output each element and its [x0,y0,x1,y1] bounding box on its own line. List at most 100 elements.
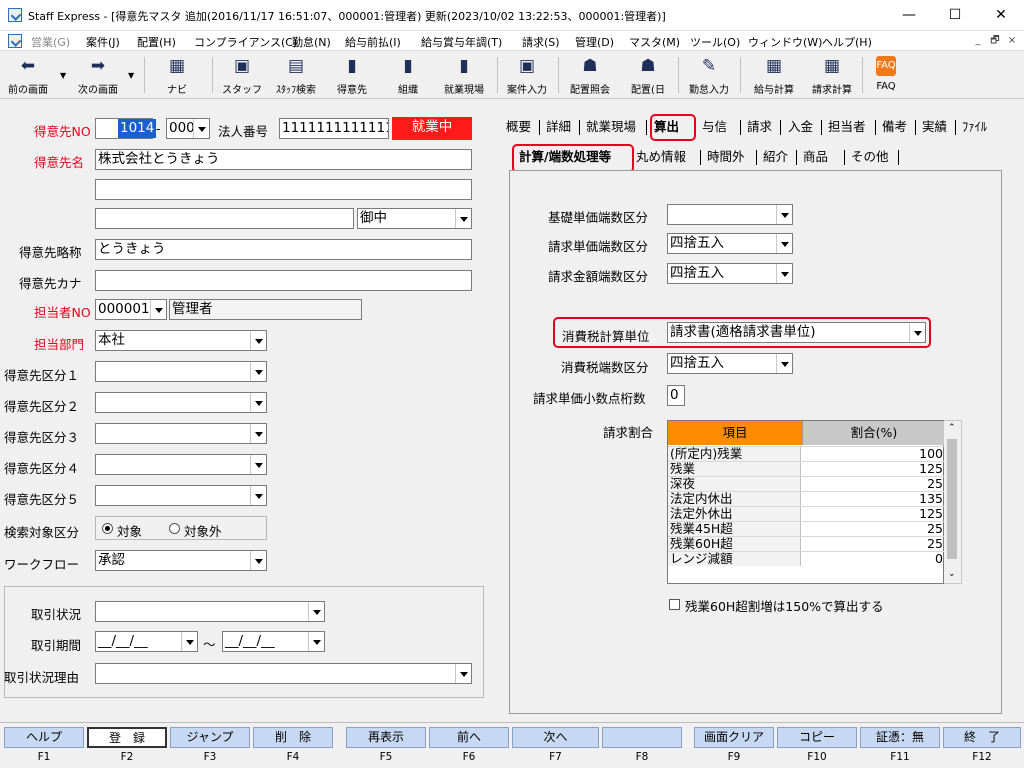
mdi-doc-icon[interactable] [8,34,22,48]
table-row[interactable]: 残業 125 [668,461,945,476]
mdi-close-button[interactable]: × [1005,34,1019,48]
workflow-select[interactable]: 承認 [95,550,267,571]
exit-fkey-button[interactable]: 終 了 [943,727,1021,748]
tab-files[interactable]: ﾌｧｲﾙ [962,116,987,138]
menu-tools[interactable]: ツール(O) [690,34,740,50]
refresh-fkey-button[interactable]: 再表示 [346,727,426,748]
trade-status-select[interactable] [95,601,325,622]
class1-select[interactable] [95,361,267,382]
bill-unit-rounding-select[interactable]: 四捨五入 [667,233,793,254]
assignment-daily-button[interactable]: ☗ 配置(日 [622,51,674,99]
table-row[interactable]: 残業45H超 25 [668,521,945,536]
table-row[interactable]: (所定内)残業 100 [668,446,945,461]
bill-amount-rounding-select[interactable]: 四捨五入 [667,263,793,284]
subtab-others[interactable]: その他 [851,146,889,168]
base-rounding-select[interactable] [667,204,793,225]
tab-person-in-charge[interactable]: 担当者 [828,116,866,138]
class3-select[interactable] [95,423,267,444]
trade-period-end[interactable]: __/__/__ [222,631,325,652]
menu-payroll[interactable]: 給与賞与年調(T) [421,34,502,50]
dept-select[interactable]: 本社 [95,330,267,351]
search-target-off-radio[interactable] [169,523,180,534]
grid-header-ratio[interactable]: 割合(%) [802,421,945,445]
trade-reason-select[interactable] [95,663,472,684]
clear-screen-fkey-button[interactable]: 画面クリア [694,727,774,748]
tab-billing[interactable]: 請求 [747,116,772,138]
overtime-60h-checkbox[interactable] [669,599,680,610]
client-no-input[interactable]: 1014 [95,118,157,139]
menu-billing[interactable]: 請求(S) [522,34,560,50]
help-fkey-button[interactable]: ヘルプ [4,727,84,748]
client-name3-input[interactable] [95,208,354,229]
staff-search-button[interactable]: ▤ ｽﾀｯﾌ検索 [268,51,324,99]
kana-input[interactable] [95,270,472,291]
tax-unit-select[interactable]: 請求書(適格請求書単位) [667,322,926,343]
menu-help[interactable]: ヘルプ(H) [822,34,872,50]
table-row[interactable]: 法定外休出 125 [668,506,945,521]
f8-fkey-button[interactable] [602,727,682,748]
class4-select[interactable] [95,454,267,475]
tab-workplace[interactable]: 就業現場 [586,116,636,138]
client-button[interactable]: ▮ 得意先 [328,51,376,99]
short-name-input[interactable]: とうきょう [95,239,472,260]
attendance-entry-button[interactable]: ✎ 勤怠入力 [682,51,736,99]
scroll-thumb[interactable] [947,439,957,559]
project-entry-button[interactable]: ▣ 案件入力 [500,51,554,99]
mdi-minimize-button[interactable]: _ [971,34,985,48]
table-row[interactable]: 深夜 25 [668,476,945,491]
register-fkey-button[interactable]: 登 録 [87,727,167,748]
menu-master[interactable]: マスタ(M) [629,34,680,50]
payroll-calc-button[interactable]: ▦ 給与計算 [746,51,802,99]
staff-button[interactable]: ▣ スタッフ [220,51,264,99]
billing-calc-button[interactable]: ▦ 請求計算 [804,51,860,99]
corp-no-input[interactable]: 1111111111111 [279,118,389,139]
mdi-restore-button[interactable]: 🗗 [988,34,1002,48]
menu-advance-pay[interactable]: 給与前払(I) [345,34,401,50]
branch-no-select[interactable]: 000 [166,118,210,139]
tab-payment[interactable]: 入金 [788,116,813,138]
menu-compliance[interactable]: コンプライアンス(C) [194,34,297,50]
menu-sales[interactable]: 営業(G) [31,34,70,50]
evidence-fkey-button[interactable]: 証憑：無 [860,727,940,748]
faq-button[interactable]: FAQ FAQ [866,51,906,99]
assignment-inquiry-button[interactable]: ☗ 配置照会 [562,51,618,99]
honorific-select[interactable]: 御中 [357,208,472,229]
decimals-input[interactable]: 0 [667,385,685,406]
close-button[interactable]: ✕ [978,0,1024,31]
scroll-up-icon[interactable]: ⌃ [948,423,956,433]
grid-scrollbar[interactable]: ⌃ ⌄ [944,420,962,584]
menu-projects[interactable]: 案件(J) [86,34,120,50]
table-row[interactable]: 法定内休出 135 [668,491,945,506]
client-name-input[interactable]: 株式会社とうきょう [95,149,472,170]
tab-remarks[interactable]: 備考 [882,116,907,138]
next-fkey-button[interactable]: 次へ [512,727,599,748]
table-row[interactable]: 残業60H超 25 [668,536,945,551]
trade-period-start[interactable]: __/__/__ [95,631,198,652]
copy-fkey-button[interactable]: コピー [777,727,857,748]
organization-button[interactable]: ▮ 組織 [386,51,430,99]
tab-credit[interactable]: 与信 [702,116,727,138]
staff-no-select[interactable]: 000001 [95,299,167,320]
class5-select[interactable] [95,485,267,506]
client-name2-input[interactable] [95,179,472,200]
delete-fkey-button[interactable]: 削 除 [253,727,333,748]
tax-rounding-select[interactable]: 四捨五入 [667,353,793,374]
tab-detail[interactable]: 詳細 [546,116,571,138]
prev-fkey-button[interactable]: 前へ [429,727,509,748]
forward-dropdown-icon[interactable]: ▼ [128,71,134,80]
back-button[interactable]: ⬅ 前の画面 [2,51,54,99]
scroll-down-icon[interactable]: ⌄ [948,569,956,579]
menu-window[interactable]: ウィンドウ(W) [748,34,822,50]
minimize-button[interactable]: — [886,0,932,31]
table-row[interactable]: レンジ減額 0 [668,551,945,566]
menu-admin[interactable]: 管理(D) [575,34,614,50]
subtab-products[interactable]: 商品 [803,146,828,168]
back-dropdown-icon[interactable]: ▼ [60,71,66,80]
subtab-round-info[interactable]: 丸め情報 [636,146,686,168]
tab-overview[interactable]: 概要 [506,116,531,138]
subtab-referral[interactable]: 紹介 [763,146,788,168]
navi-button[interactable]: ▦ ナビ [156,51,198,99]
subtab-overtime[interactable]: 時間外 [707,146,745,168]
maximize-button[interactable]: ☐ [932,0,978,31]
forward-button[interactable]: ➡ 次の画面 [70,51,126,99]
